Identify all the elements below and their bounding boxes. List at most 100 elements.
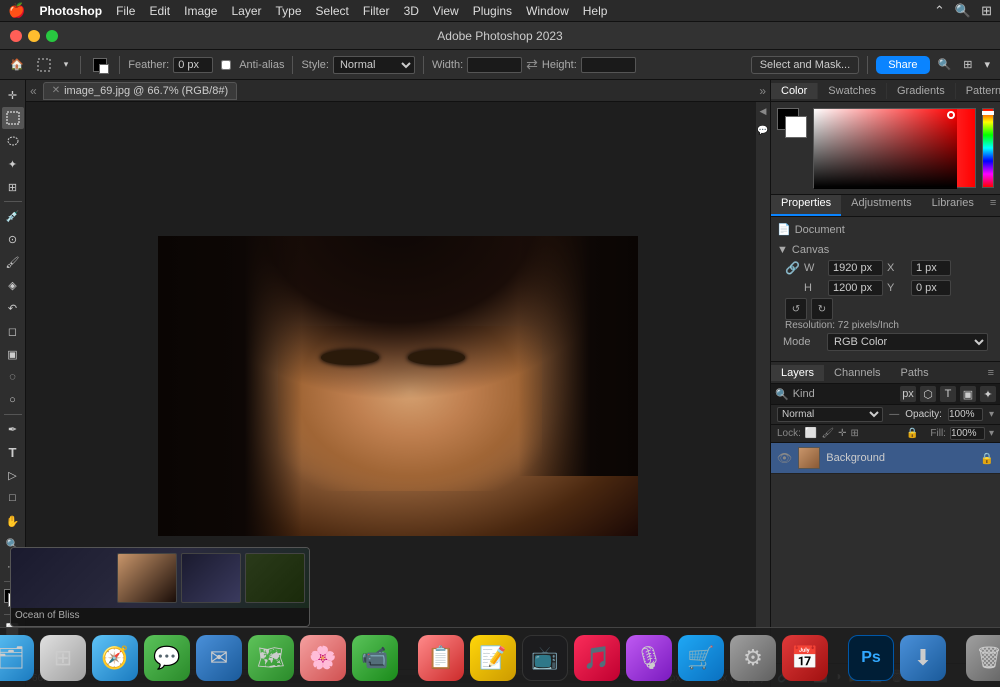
saturation-box[interactable]: [813, 108, 976, 188]
tab-patterns[interactable]: Patterns: [956, 83, 1000, 99]
search-icon[interactable]: 🔍: [955, 3, 971, 19]
dock-reminders[interactable]: 📋: [418, 635, 464, 681]
marquee-tool[interactable]: [32, 55, 56, 75]
menu-help[interactable]: Help: [583, 4, 608, 18]
dock-maps[interactable]: 🗺: [248, 635, 294, 681]
document-label[interactable]: 📄 Document: [777, 221, 994, 238]
menu-filter[interactable]: Filter: [363, 4, 390, 18]
menu-view[interactable]: View: [433, 4, 459, 18]
dock-fantastical[interactable]: 📅: [782, 635, 828, 681]
dock-appstore[interactable]: 🛒: [678, 635, 724, 681]
rotate-ccw-icon[interactable]: ↺: [785, 298, 807, 320]
collapse-icon-1[interactable]: ◀: [760, 106, 767, 117]
properties-panel-menu[interactable]: ≡: [984, 195, 1000, 216]
fill-toggle[interactable]: ▾: [989, 428, 994, 439]
height-input[interactable]: [581, 57, 636, 73]
lock-all[interactable]: 🔒: [906, 428, 918, 439]
tool-dodge[interactable]: ○: [2, 389, 24, 411]
panel-toggle-button[interactable]: ▾: [980, 56, 994, 73]
tool-btn-2[interactable]: ▾: [60, 57, 73, 72]
filter-type[interactable]: T: [940, 386, 956, 402]
lock-transparent[interactable]: ⬜: [805, 428, 817, 439]
canvas-section-title[interactable]: ▼ Canvas: [777, 242, 994, 258]
height-value-input[interactable]: [828, 280, 883, 296]
swap-icon[interactable]: ⇄: [526, 56, 538, 73]
dock-finder[interactable]: 🗂: [0, 635, 34, 681]
lock-image[interactable]: 🖌: [821, 428, 834, 439]
width-input[interactable]: [467, 57, 522, 73]
menu-image[interactable]: Image: [184, 4, 217, 18]
dock-photos[interactable]: 🌸: [300, 635, 346, 681]
tool-crop[interactable]: ⊞: [2, 176, 24, 198]
tool-history-brush[interactable]: ↶: [2, 297, 24, 319]
dock-notes[interactable]: 📝: [470, 635, 516, 681]
color-swatches[interactable]: [777, 108, 807, 138]
tab-gradients[interactable]: Gradients: [887, 83, 956, 99]
anti-alias-checkbox[interactable]: [221, 60, 231, 70]
tool-blur[interactable]: ◌: [2, 366, 24, 388]
select-mask-button[interactable]: Select and Mask...: [751, 56, 860, 74]
maximize-button[interactable]: [46, 30, 58, 42]
dock-appletv[interactable]: 📺: [522, 635, 568, 681]
tab-layers[interactable]: Layers: [771, 365, 824, 381]
dock-messages[interactable]: 💬: [144, 635, 190, 681]
dock-photoshop[interactable]: Ps: [848, 635, 894, 681]
tool-shape[interactable]: □: [2, 487, 24, 509]
home-button[interactable]: 🏠: [6, 56, 28, 73]
layers-panel-menu[interactable]: ≡: [982, 365, 1000, 381]
dock-download[interactable]: ⬇: [900, 635, 946, 681]
color-gradient[interactable]: [813, 108, 994, 188]
mode-select[interactable]: RGB Color CMYK Color Grayscale: [827, 333, 988, 351]
tab-libraries[interactable]: Libraries: [922, 195, 984, 216]
tool-stamp[interactable]: ◈: [2, 274, 24, 296]
x-value-input[interactable]: [911, 260, 951, 276]
menu-edit[interactable]: Edit: [149, 4, 170, 18]
apple-icon[interactable]: 🍎: [8, 2, 25, 19]
tool-lasso[interactable]: [2, 130, 24, 152]
blend-mode-select[interactable]: Normal: [777, 407, 883, 422]
background-swatch[interactable]: [785, 116, 807, 138]
dock-safari[interactable]: 🧭: [92, 635, 138, 681]
filter-adj[interactable]: ⬡: [920, 386, 936, 402]
lock-artboard[interactable]: ⊞: [850, 428, 858, 439]
opacity-input[interactable]: [948, 408, 983, 421]
tab-swatches[interactable]: Swatches: [818, 83, 887, 99]
menu-select[interactable]: Select: [316, 4, 349, 18]
lock-position[interactable]: ✛: [838, 428, 846, 439]
tool-move[interactable]: ✛: [2, 84, 24, 106]
menu-file[interactable]: File: [116, 4, 135, 18]
dock-launchpad[interactable]: ⊞: [40, 635, 86, 681]
menu-plugins[interactable]: Plugins: [473, 4, 512, 18]
feather-input[interactable]: [173, 57, 213, 73]
filter-smart[interactable]: ✦: [980, 386, 996, 402]
tool-pen[interactable]: ✒: [2, 418, 24, 440]
share-button[interactable]: Share: [876, 56, 929, 74]
layer-lock-icon[interactable]: 🔒: [980, 452, 994, 465]
control-center-icon[interactable]: ⊞: [981, 3, 992, 19]
width-value-input[interactable]: [828, 260, 883, 276]
tool-path-select[interactable]: ▷: [2, 464, 24, 486]
rotate-cw-icon[interactable]: ↻: [811, 298, 833, 320]
tab-paths[interactable]: Paths: [891, 365, 939, 381]
minimize-button[interactable]: [28, 30, 40, 42]
doc-tab-close[interactable]: ✕: [52, 85, 60, 96]
tool-spot-heal[interactable]: ⊙: [2, 228, 24, 250]
tab-properties[interactable]: Properties: [771, 195, 841, 216]
menu-layer[interactable]: Layer: [231, 4, 261, 18]
tab-adjustments[interactable]: Adjustments: [841, 195, 922, 216]
filter-pixel[interactable]: px: [900, 386, 916, 402]
dock-music[interactable]: 🎵: [574, 635, 620, 681]
tool-hand[interactable]: ✋: [2, 510, 24, 532]
menu-type[interactable]: Type: [276, 4, 302, 18]
doc-scroll-right[interactable]: »: [759, 84, 766, 98]
dock-podcasts[interactable]: 🎙: [626, 635, 672, 681]
dock-trash[interactable]: 🗑: [966, 635, 1000, 681]
color-cursor[interactable]: [947, 111, 955, 119]
link-icon[interactable]: 🔗: [785, 261, 800, 275]
dock-facetime[interactable]: 📹: [352, 635, 398, 681]
layer-item-background[interactable]: 👁 Background 🔒: [771, 443, 1000, 474]
close-button[interactable]: [10, 30, 22, 42]
y-value-input[interactable]: [911, 280, 951, 296]
tool-type[interactable]: T: [2, 441, 24, 463]
opacity-toggle[interactable]: ▾: [989, 409, 994, 420]
